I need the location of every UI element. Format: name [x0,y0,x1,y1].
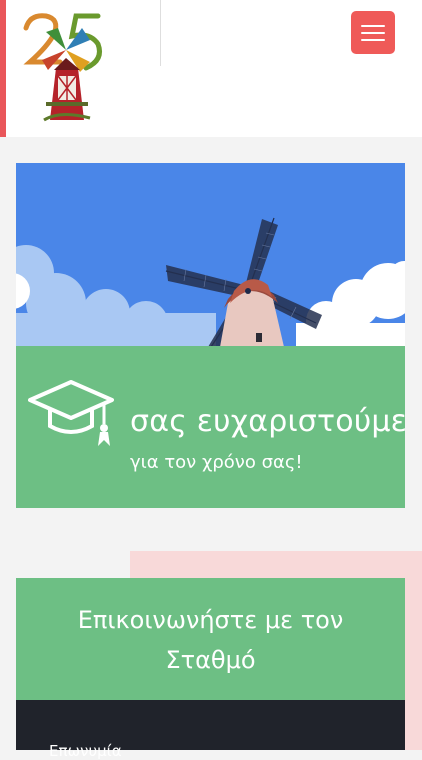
contact-section-header: Επικοινωνήστε με τον Σταθμό [16,578,405,700]
header-accent-bar [0,0,6,137]
thank-you-band: σας ευχαριστούμε για τον χρόνο σας! [16,346,405,508]
menu-button[interactable] [351,11,395,54]
thank-you-title: σας ευχαριστούμε [130,404,405,439]
logo-25-windmill-icon [23,13,102,122]
contact-title-line1: Επικοινωνήστε με τον [77,606,344,634]
hamburger-line [361,32,385,34]
company-name-field-label: Επωνυμία [49,742,122,760]
hamburger-line [361,39,385,41]
header-divider [160,0,161,66]
contact-form-panel: Επωνυμία [16,700,405,760]
contact-title: Επικοινωνήστε με τον Σταθμό [16,600,405,680]
graduation-cap-icon [28,380,114,446]
windmill-illustration [16,163,405,347]
logo[interactable] [20,10,112,122]
contact-title-line2: Σταθμό [165,646,256,674]
thank-you-banner: σας ευχαριστούμε για τον χρόνο σας! [16,163,405,508]
hamburger-menu-icon [361,25,385,27]
site-header [0,0,422,137]
thank-you-subtitle: για τον χρόνο σας! [130,452,303,473]
